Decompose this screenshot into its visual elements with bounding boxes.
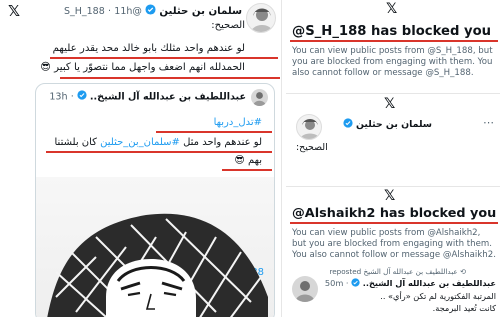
avatar[interactable]: [292, 276, 318, 302]
quote-avatar[interactable]: [251, 89, 268, 106]
underline-2: [60, 77, 280, 79]
post-header: سلمان بن حثلين @S_H_188 · 11h: [63, 4, 242, 18]
post-header-2: سلمان بن حثلين: [322, 118, 432, 131]
blocked-description-1: You can view public posts from @S_H_188,…: [292, 46, 493, 78]
quote-time[interactable]: 13h: [49, 92, 67, 103]
quote-text-line-3: بهم 😎: [234, 155, 262, 166]
underline-3: [156, 131, 272, 133]
repost-text: عبداللطيف بن عبدالله آل الشيخ reposted: [329, 267, 458, 276]
quote-text-line-2: لو عندهم واحد مثل #سلمان_بن_حثلين كان بل…: [40, 137, 263, 148]
blocked-title-1: @S_H_188 has blocked you: [292, 24, 492, 39]
quoted-post[interactable]: عبداللطيف بن عبدالله آل الشيخ.. · 13h #ت…: [35, 83, 275, 317]
author-name[interactable]: عبداللطيف بن عبدالله آل الشيخ..: [363, 278, 496, 288]
author-name[interactable]: سلمان بن حثلين: [356, 119, 432, 130]
more-dots-icon[interactable]: ⋯: [483, 116, 494, 129]
x-logo-icon: 𝕏: [386, 1, 398, 17]
x-logo-icon: 𝕏: [384, 96, 396, 112]
divider: [286, 186, 500, 187]
blocked-description-2: You can view public posts from @Alshaikh…: [292, 228, 496, 260]
verified-badge-icon: [343, 118, 353, 131]
divider: [286, 93, 500, 94]
post-label-2: الصحيح:: [296, 142, 328, 153]
right-screenshots: 𝕏 @S_H_188 has blocked you You can view …: [286, 0, 500, 317]
repost-icon: ⟲: [459, 267, 466, 276]
verified-badge-icon: [77, 90, 87, 103]
quote-author-name[interactable]: عبداللطيف بن عبدالله آل الشيخ..: [90, 92, 246, 103]
post-time[interactable]: 50m: [325, 278, 343, 288]
quote-image[interactable]: @S_H_188: [36, 177, 274, 317]
quote-text-before: لو عندهم واحد مثل: [183, 137, 262, 148]
post-label: الصحيح:: [211, 20, 245, 31]
underline-4: [46, 151, 272, 153]
verified-badge-icon: [145, 4, 156, 18]
avatar[interactable]: [296, 114, 322, 140]
blocked-title-2: @Alshaikh2 has blocked you: [292, 206, 497, 221]
portrait-illustration: [47, 213, 268, 317]
left-screenshot: 𝕏 سلمان بن حثلين @S_H_188 · 11h الصحيح: …: [0, 0, 282, 317]
post-text-line-1: المرتبة الفكتورية لم تكن «رأي» ..: [380, 291, 496, 301]
quote-header: عبداللطيف بن عبدالله آل الشيخ.. · 13h: [49, 90, 246, 103]
underline-5: [222, 169, 272, 171]
underline-7: [290, 222, 498, 224]
quote-mention[interactable]: #سلمان_بن_حثلين: [100, 137, 180, 148]
post-text-line-2: الحمدلله انهم اضعف واجهل مما نتصوّر يا ك…: [40, 62, 245, 73]
post-text-line-1: لو عندهم واحد مثلك بابو خالد محد يقدر عل…: [52, 43, 245, 54]
underline-1: [50, 57, 278, 59]
post-text-line-2: كانت تُعيد البرمجة.: [432, 303, 496, 313]
post-time[interactable]: 11h: [114, 6, 132, 17]
quote-hashtag[interactable]: #تدل_دربها: [214, 117, 262, 128]
quote-text-after: كان بلشتنا: [54, 137, 97, 148]
post-header-3: عبداللطيف بن عبدالله آل الشيخ.. · 50m: [324, 278, 496, 289]
x-logo-icon: 𝕏: [8, 2, 21, 20]
repost-row: ⟲ عبداللطيف بن عبدالله آل الشيخ reposted: [326, 267, 466, 276]
underline-6: [290, 40, 498, 42]
author-name[interactable]: سلمان بن حثلين: [159, 6, 242, 17]
x-logo-icon: 𝕏: [384, 188, 396, 204]
verified-badge-icon: [351, 278, 360, 289]
avatar[interactable]: [246, 3, 276, 33]
